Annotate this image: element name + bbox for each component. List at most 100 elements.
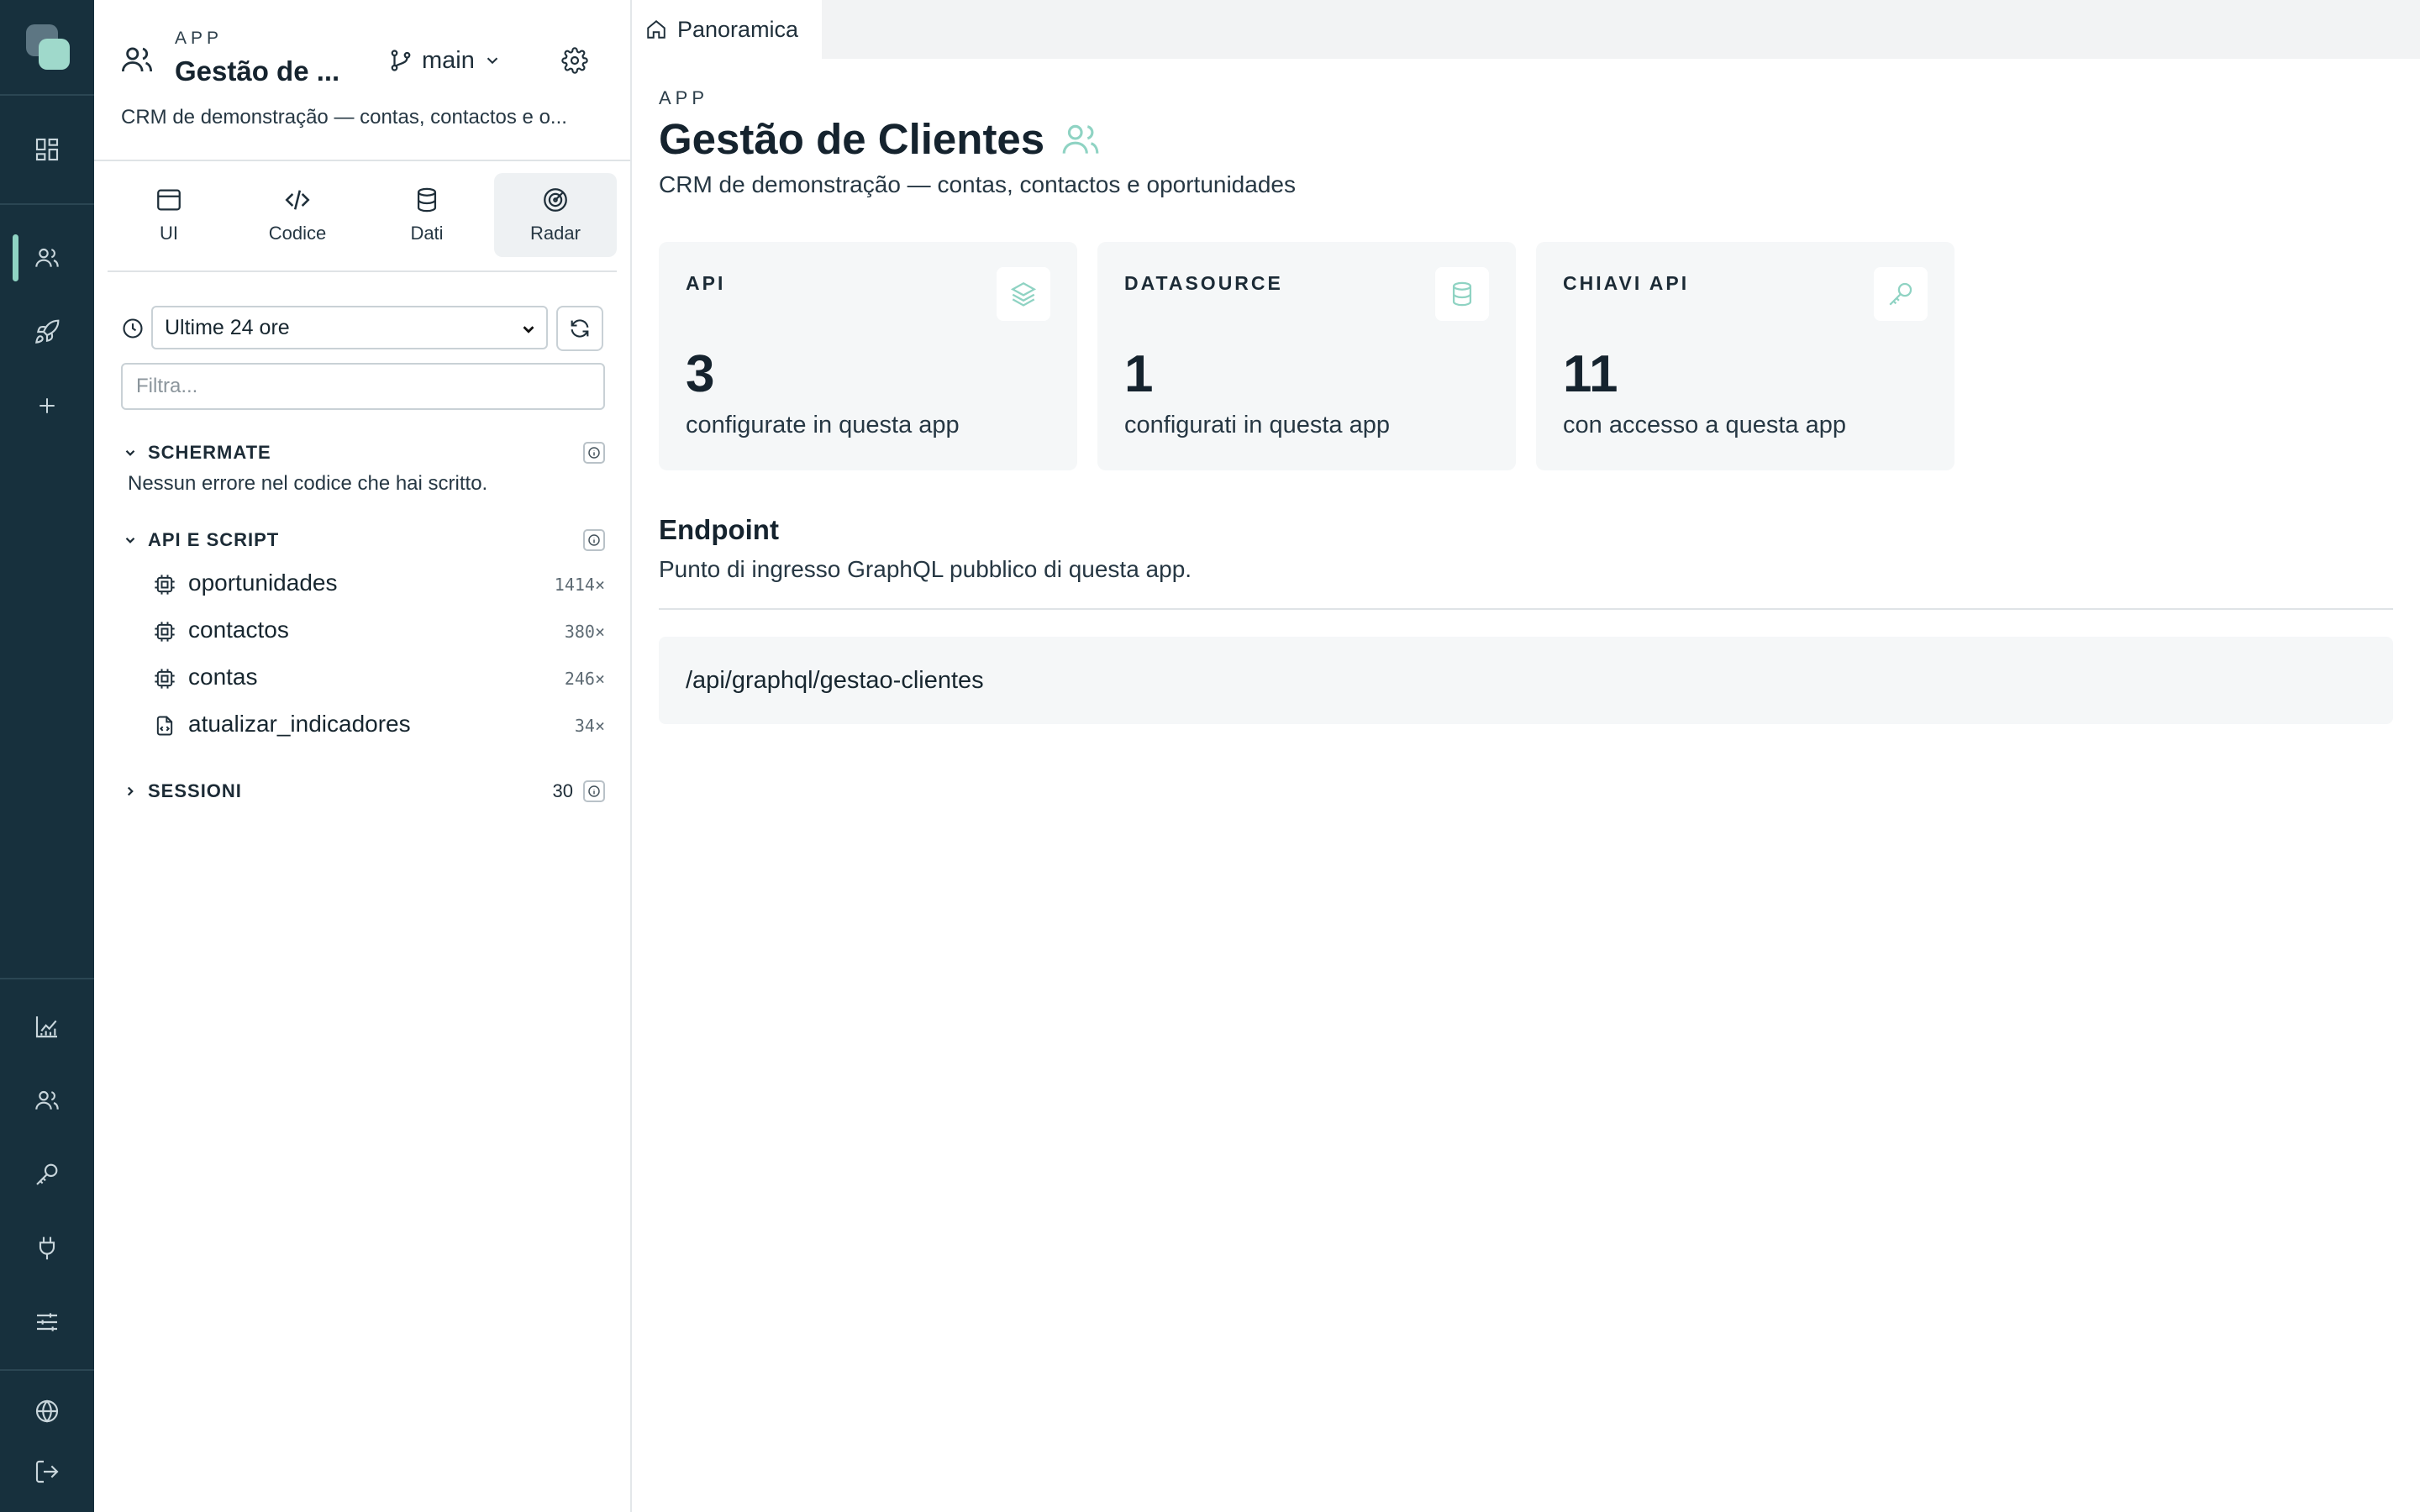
database-icon	[417, 187, 437, 213]
code-icon	[285, 190, 310, 210]
section-api-header[interactable]: API E SCRIPT	[121, 526, 605, 553]
tab-ui[interactable]: UI	[108, 173, 230, 257]
time-filter-row: Ultime 24 ore	[121, 304, 605, 353]
api-item-hits: 380×	[564, 622, 605, 642]
card-value: 11	[1563, 345, 1618, 403]
brand-logo[interactable]	[26, 24, 70, 70]
api-item-hits: 34×	[574, 716, 605, 736]
refresh-button[interactable]	[556, 306, 603, 351]
page-description: CRM de demonstração — contas, contactos …	[659, 171, 1296, 197]
api-item-hits: 1414×	[554, 575, 605, 595]
info-icon[interactable]	[583, 529, 605, 551]
database-icon	[1435, 267, 1489, 321]
app-sidebar: APP Gestão de ... main CRM de demonstraç…	[94, 0, 632, 1512]
api-item-hits: 246×	[564, 669, 605, 689]
chevron-right-icon	[127, 786, 134, 796]
rail-key-icon[interactable]	[30, 1158, 64, 1191]
rail-sliders-icon[interactable]	[30, 1305, 64, 1339]
app-name: Gestão de ...	[175, 55, 340, 87]
users-icon	[1062, 124, 1099, 154]
app-header: APP Gestão de ... main CRM de demonstraç…	[94, 0, 630, 161]
refresh-icon	[571, 319, 589, 338]
section-title: API E SCRIPT	[148, 529, 280, 550]
stat-card-api[interactable]: API 3 configurate in questa app	[659, 242, 1077, 470]
page-title-row: Gestão de Clientes	[659, 114, 1102, 164]
chip-icon	[155, 575, 175, 595]
chip-icon	[155, 669, 175, 689]
script-file-icon	[156, 716, 173, 736]
rail-plug-icon[interactable]	[30, 1231, 64, 1265]
sessions-count: 30	[552, 780, 573, 801]
time-range-select[interactable]: Ultime 24 ore	[151, 306, 548, 349]
stat-card-api-keys[interactable]: CHIAVI API 11 con accesso a questa app	[1536, 242, 1954, 470]
screens-empty-message: Nessun errore nel codice che hai scritto…	[128, 472, 488, 495]
page-kicker: APP	[659, 87, 709, 108]
api-item-oportunidades[interactable]: oportunidades 1414×	[153, 564, 605, 601]
filter-placeholder: Filtra...	[136, 375, 198, 397]
browser-window-icon	[157, 189, 181, 211]
api-item-name: oportunidades	[188, 570, 338, 596]
endpoint-path: /api/graphql/gestao-clientes	[686, 667, 984, 694]
rail-logout-icon[interactable]	[30, 1455, 64, 1488]
page-tabs-bar	[632, 0, 2420, 59]
time-range-value: Ultime 24 ore	[165, 315, 290, 339]
section-sessions-header[interactable]: SESSIONI 30	[121, 777, 605, 804]
info-icon[interactable]	[583, 442, 605, 464]
card-sub: configurate in questa app	[686, 412, 960, 438]
tab-codice[interactable]: Codice	[236, 173, 359, 257]
endpoint-title: Endpoint	[659, 514, 779, 545]
rail-rocket-icon[interactable]	[30, 315, 64, 349]
chevron-down-icon	[487, 57, 498, 65]
api-item-contactos[interactable]: contactos 380×	[153, 612, 605, 648]
section-screens-header[interactable]: SCHERMATE	[121, 438, 605, 465]
nav-rail	[0, 0, 94, 1512]
clock-icon	[121, 317, 145, 340]
radar-icon	[544, 188, 567, 212]
chip-icon	[155, 622, 175, 642]
sidebar-tabs: UI Codice Dati Radar	[108, 171, 617, 272]
tab-label: Codice	[268, 223, 327, 244]
branch-selector[interactable]: main	[388, 44, 502, 77]
rail-divider	[0, 1369, 94, 1371]
chevron-down-icon	[125, 537, 135, 543]
rail-users-icon[interactable]	[30, 241, 64, 275]
rail-team-icon[interactable]	[30, 1084, 64, 1117]
card-label: CHIAVI API	[1563, 272, 1690, 294]
app-users-icon	[119, 42, 155, 77]
endpoint-path-box[interactable]: /api/graphql/gestao-clientes	[659, 637, 2393, 724]
stat-card-datasource[interactable]: DATASOURCE 1 configurati in questa app	[1097, 242, 1516, 470]
rail-analytics-icon[interactable]	[30, 1010, 64, 1043]
section-title: SESSIONI	[148, 780, 242, 801]
api-item-name: contas	[188, 664, 258, 690]
app-kicker: APP	[175, 29, 224, 48]
api-item-contas[interactable]: contas 246×	[153, 659, 605, 696]
git-branch-icon	[391, 50, 411, 71]
chevron-down-icon	[125, 449, 135, 456]
key-icon	[1874, 267, 1928, 321]
card-sub: con accesso a questa app	[1563, 412, 1846, 438]
branch-name: main	[422, 46, 475, 74]
rail-add-icon[interactable]	[30, 389, 64, 423]
tab-panoramica[interactable]: Panoramica	[632, 0, 822, 59]
endpoint-divider	[659, 608, 2393, 610]
card-sub: configurati in questa app	[1124, 412, 1390, 438]
chevron-down-icon	[523, 326, 534, 333]
rail-dashboard-icon[interactable]	[30, 133, 64, 166]
tab-label: Radar	[530, 223, 581, 244]
card-value: 1	[1124, 345, 1154, 403]
rail-divider	[0, 203, 94, 205]
rail-globe-icon[interactable]	[30, 1394, 64, 1428]
rail-divider	[0, 978, 94, 979]
home-icon	[647, 19, 666, 39]
tab-dati[interactable]: Dati	[366, 173, 488, 257]
app-description: CRM de demonstração — contas, contactos …	[121, 106, 567, 129]
page-tab-label: Panoramica	[677, 16, 799, 42]
card-value: 3	[686, 345, 715, 403]
api-item-atualizar-indicadores[interactable]: atualizar_indicadores 34×	[153, 706, 605, 743]
tab-radar[interactable]: Radar	[494, 173, 617, 257]
filter-input[interactable]: Filtra...	[121, 363, 605, 410]
info-icon[interactable]	[583, 780, 605, 802]
app-settings-button[interactable]	[558, 44, 592, 77]
rail-divider	[0, 94, 94, 96]
card-label: DATASOURCE	[1124, 272, 1283, 294]
